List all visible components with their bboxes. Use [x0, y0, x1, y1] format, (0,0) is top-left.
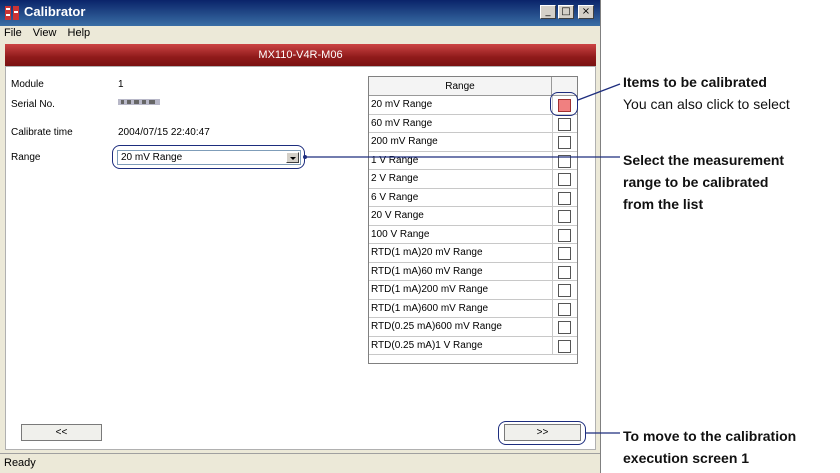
items-annotation-sub: You can also click to select [623, 96, 790, 112]
callout-lines [303, 83, 621, 434]
next-annotation-2: execution screen 1 [623, 450, 750, 466]
range-annotation-1: Select the measurement [623, 152, 785, 168]
items-annotation-title: Items to be calibrated [623, 74, 767, 90]
next-annotation-1: To move to the calibration [623, 428, 797, 444]
range-annotation-2: range to be calibrated [623, 174, 769, 190]
range-annotation-3: from the list [623, 196, 704, 212]
